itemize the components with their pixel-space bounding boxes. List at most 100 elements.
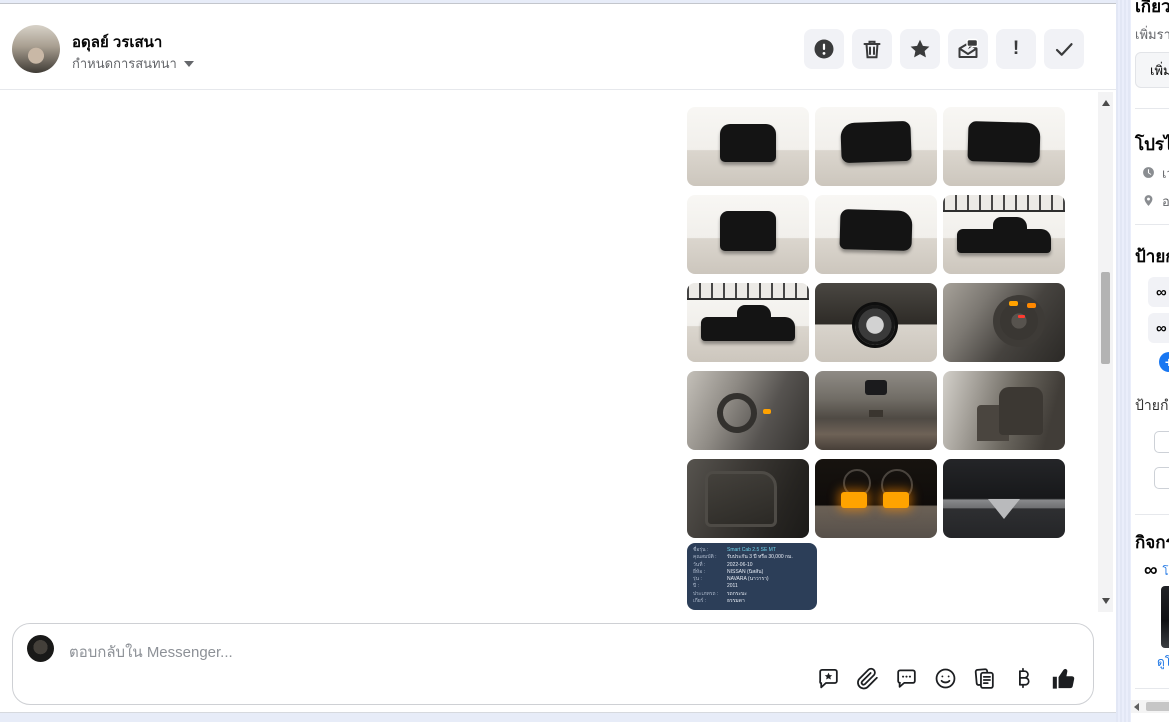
photo-subject — [855, 305, 895, 345]
ad-thumbnail[interactable] — [1161, 586, 1169, 648]
horizontal-scrollbar-thumb[interactable] — [1146, 702, 1169, 711]
business-suite-inbox: อดุลย์ วรเสนา กำหนดการสนทนา ! ชื่อรุ่น:… — [0, 0, 1169, 722]
spec-row: ยี่ห้อ : NISSAN (นิสสัน) — [693, 568, 764, 575]
spec-row: เกียร์ : ธรรมดา — [693, 598, 745, 605]
star-button[interactable] — [900, 29, 940, 69]
chevron-down-icon — [183, 60, 194, 67]
mark-as-done-button[interactable] — [1044, 29, 1084, 69]
meta-logo-icon: ∞ — [1144, 560, 1158, 581]
divider — [1135, 108, 1169, 109]
photo-truck-front[interactable] — [687, 107, 809, 186]
photo-subject — [865, 380, 887, 395]
photo-dashboard-driver[interactable] — [687, 371, 809, 450]
meta-logo-icon: ∞ — [1156, 283, 1167, 301]
composer-toolbar — [816, 665, 1077, 695]
photo-truck-side-warehouse[interactable] — [943, 195, 1065, 274]
photo-subject — [839, 209, 913, 251]
tag-chip[interactable]: ∞ — [1148, 313, 1169, 343]
circle-exclamation-icon — [812, 37, 836, 61]
saved-reply-button[interactable] — [816, 666, 841, 694]
photo-subject — [967, 121, 1041, 163]
pages-icon — [972, 666, 997, 694]
photo-subject — [957, 217, 1051, 253]
details-sidebar: เกี่ยวกับ เพิ่มรายละเอียด เพิ่ม โปรไฟล์ … — [1131, 0, 1169, 722]
photo-subject — [720, 124, 776, 162]
mark-unread-button[interactable] — [948, 29, 988, 69]
about-hint: เพิ่มรายละเอียด — [1135, 27, 1169, 42]
spec-row: คุณสมบัติ : รับประกัน 3 ปี หรือ 30,000 กม… — [693, 554, 793, 561]
scroll-up-arrow-icon[interactable] — [1102, 100, 1110, 106]
conversation-schedule-dropdown[interactable]: กำหนดการสนทนา — [72, 53, 194, 74]
mail-bubble-icon — [956, 37, 980, 61]
spec-row: ปี :2011 — [693, 583, 738, 590]
meta-logo-icon: ∞ — [1156, 319, 1167, 337]
reply-input[interactable]: ตอบกลับใน Messenger... — [69, 640, 233, 664]
profile-section-title: โปรไฟล์ — [1135, 135, 1169, 154]
photo-truck-rear[interactable] — [687, 195, 809, 274]
scroll-left-arrow-icon[interactable] — [1134, 703, 1139, 711]
photo-rear-seats[interactable] — [943, 371, 1065, 450]
photo-steering-wheel[interactable] — [943, 283, 1065, 362]
location-row: อยู่ที่ — [1142, 191, 1169, 212]
photo-subject — [705, 471, 777, 527]
templates-button[interactable] — [972, 666, 997, 694]
photo-front-wheel[interactable] — [815, 283, 937, 362]
photo-subject — [701, 305, 795, 341]
photo-truck-rear-quarter-left[interactable] — [815, 195, 937, 274]
photo-dashboard-center[interactable] — [815, 371, 937, 450]
conversation-panel: อดุลย์ วรเสนา กำหนดการสนทนา ! ชื่อรุ่น:… — [0, 3, 1116, 713]
smiley-icon — [933, 666, 958, 694]
photo-truck-side-warehouse-2[interactable] — [687, 283, 809, 362]
photo-door-panel[interactable] — [687, 459, 809, 538]
tag-chip[interactable]: ∞ — [1148, 277, 1169, 307]
bubble-star-icon — [816, 666, 841, 694]
contact-name: อดุลย์ วรเสนา — [72, 34, 163, 51]
emoji-button[interactable] — [933, 666, 958, 694]
tags-section-title: ป้ายกำกับ — [1135, 247, 1169, 266]
divider — [1135, 224, 1169, 225]
sidebar-horizontal-scrollbar[interactable] — [1131, 700, 1169, 713]
conversation-header: อดุลย์ วรเสนา กำหนดการสนทนา ! — [0, 4, 1116, 90]
tags-sub-label: ป้ายกำกับ — [1135, 397, 1169, 413]
location-pin-icon — [1142, 194, 1155, 210]
report-spam-button[interactable] — [804, 29, 844, 69]
photo-truck-front-quarter[interactable] — [815, 107, 937, 186]
photo-vehicle-spec-sheet[interactable]: ชื่อรุ่น : Smart Cab 2.5 SE MT คุณสมบัติ :… — [687, 543, 817, 610]
page-avatar — [27, 635, 54, 662]
photo-subject — [999, 387, 1043, 435]
add-details-button[interactable]: เพิ่ม — [1135, 52, 1169, 88]
like-button[interactable] — [1050, 665, 1077, 695]
tag-checkbox[interactable] — [1154, 431, 1169, 453]
payment-button[interactable] — [1011, 666, 1036, 694]
location-label: อยู่ที่ — [1162, 194, 1169, 209]
header-action-toolbar: ! — [804, 29, 1084, 69]
reply-composer[interactable]: ตอบกลับใน Messenger... — [12, 623, 1094, 705]
view-ad-link[interactable]: ดูโฆษณา — [1157, 653, 1169, 672]
photo-engine-bay[interactable] — [943, 459, 1065, 538]
add-tag-button[interactable]: + — [1159, 352, 1169, 372]
delete-button[interactable] — [852, 29, 892, 69]
photo-subject — [840, 120, 912, 164]
photo-truck-rear-quarter-right[interactable] — [943, 107, 1065, 186]
scroll-down-arrow-icon[interactable] — [1102, 598, 1110, 604]
photo-subject — [713, 389, 761, 437]
spec-row: วันที่ :2022-06-10 — [693, 561, 753, 568]
quick-reply-button[interactable] — [894, 666, 919, 694]
important-button[interactable]: ! — [996, 29, 1036, 69]
contact-avatar — [12, 25, 60, 73]
about-section-title: เกี่ยวกับ — [1135, 0, 1169, 16]
photo-instrument-cluster[interactable] — [815, 459, 937, 538]
baht-icon — [1011, 666, 1036, 694]
attach-file-button[interactable] — [855, 666, 880, 694]
chat-scrollbar[interactable] — [1098, 92, 1113, 612]
photo-subject — [720, 211, 776, 251]
paperclip-icon — [855, 666, 880, 694]
trash-icon — [860, 37, 884, 61]
panel-gap — [1116, 0, 1131, 722]
activity-section-title: กิจกรรม — [1135, 533, 1169, 552]
photo-subject — [988, 499, 1020, 519]
star-icon — [908, 37, 932, 61]
tag-checkbox[interactable] — [1154, 467, 1169, 489]
bubble-dots-icon — [894, 666, 919, 694]
chat-scrollbar-thumb[interactable] — [1101, 272, 1110, 364]
